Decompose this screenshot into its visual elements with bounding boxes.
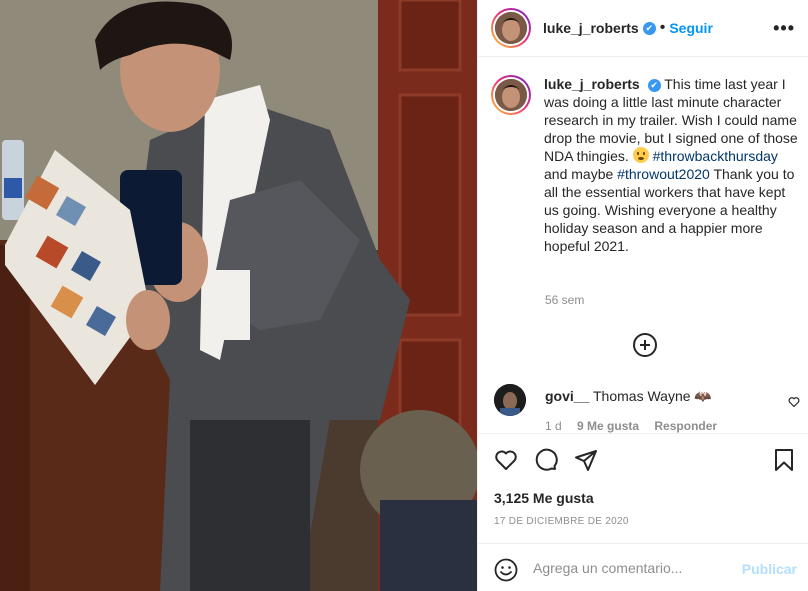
avatar-photo (495, 79, 527, 111)
verified-icon: ✔ (642, 21, 656, 35)
commenter-avatar[interactable] (494, 384, 526, 416)
caption-text: luke_j_roberts ✔ This time last year I w… (544, 75, 799, 255)
caption-username[interactable]: luke_j_roberts (544, 76, 640, 92)
author-username[interactable]: luke_j_roberts (543, 20, 639, 36)
post-sidebar: luke_j_roberts ✔ • Seguir ••• luke_j_rob… (477, 0, 808, 591)
smiley-icon[interactable] (494, 558, 518, 582)
hashtag-throwbackthursday[interactable]: #throwbackthursday (653, 148, 778, 164)
comment-text: Thomas Wayne 🦇 (593, 388, 712, 404)
heart-icon[interactable] (494, 448, 518, 472)
comment-time[interactable]: 1 d (545, 419, 562, 433)
plus-circle-icon[interactable] (633, 333, 657, 357)
comments-section[interactable]: luke_j_roberts ✔ This time last year I w… (478, 57, 808, 433)
comment-item: govi__ Thomas Wayne 🦇 1 d 9 Me gusta Res… (494, 384, 804, 433)
post-header: luke_j_roberts ✔ • Seguir ••• (478, 0, 808, 57)
comment-input[interactable] (533, 558, 733, 578)
action-icons (494, 448, 794, 474)
comment-heart-icon[interactable] (788, 396, 800, 408)
comment-likes[interactable]: 9 Me gusta (577, 419, 639, 433)
likes-count[interactable]: 3,125 Me gusta (494, 490, 594, 506)
post-actions: 3,125 Me gusta 17 DE DICIEMBRE DE 2020 (478, 433, 808, 543)
comment-bubble-icon[interactable] (534, 448, 558, 472)
caption-time[interactable]: 56 sem (545, 293, 584, 307)
post-date[interactable]: 17 DE DICIEMBRE DE 2020 (494, 516, 629, 527)
author-avatar[interactable] (491, 8, 531, 48)
verified-icon: ✔ (647, 79, 661, 92)
post-caption: luke_j_roberts ✔ This time last year I w… (491, 75, 799, 255)
reply-button[interactable]: Responder (654, 419, 717, 433)
caption-between: and maybe (544, 166, 618, 182)
header-separator: • (659, 19, 666, 36)
avatar-photo (495, 12, 527, 44)
bookmark-icon[interactable] (773, 448, 795, 472)
comment-meta: 1 d 9 Me gusta Responder (545, 419, 804, 433)
commenter-username[interactable]: govi__ (545, 388, 589, 404)
add-comment-bar: Publicar (478, 543, 808, 591)
comment-body: govi__ Thomas Wayne 🦇 (545, 384, 804, 405)
hashtag-throwout2020[interactable]: #throwout2020 (617, 166, 710, 182)
follow-button[interactable]: Seguir (669, 20, 713, 36)
avatar-photo (494, 384, 526, 416)
more-dots-icon[interactable]: ••• (773, 18, 795, 39)
shushing-emoji-icon (632, 147, 649, 163)
photo-man-with-phone (0, 0, 477, 591)
post-photo[interactable] (0, 0, 477, 591)
publish-button[interactable]: Publicar (742, 561, 797, 577)
instagram-post: luke_j_roberts ✔ • Seguir ••• luke_j_rob… (0, 0, 808, 591)
caption-avatar[interactable] (491, 75, 531, 115)
paper-plane-icon[interactable] (574, 448, 598, 472)
